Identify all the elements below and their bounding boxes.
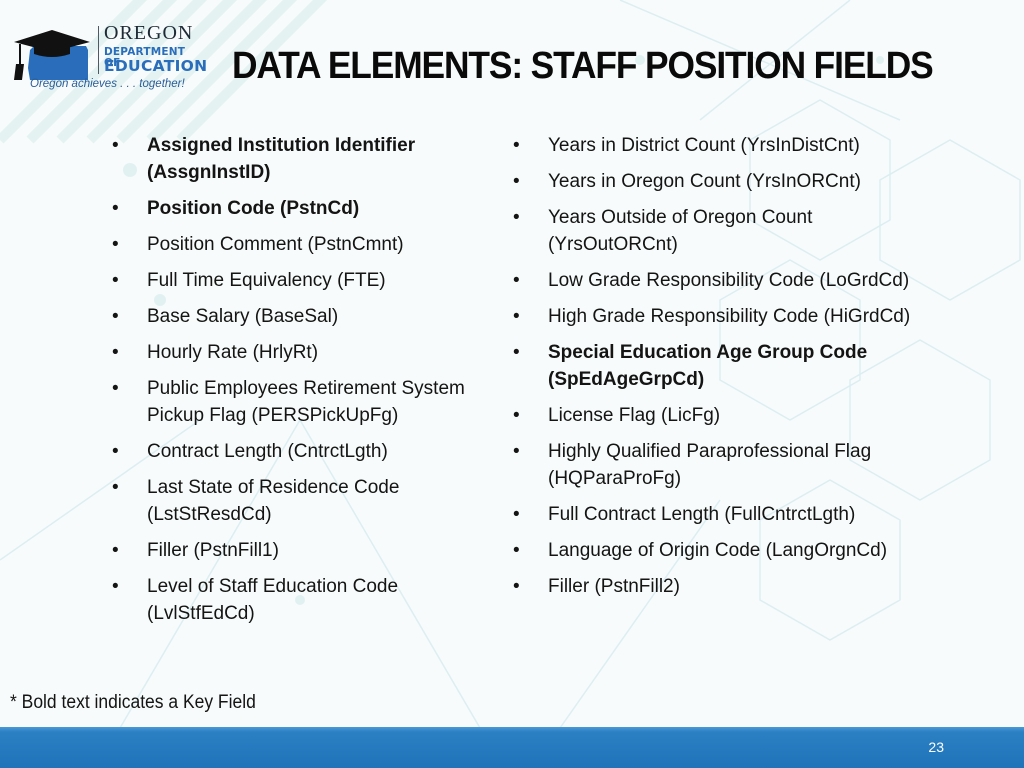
bullet-icon: •	[513, 405, 520, 426]
bullet-icon: •	[112, 234, 119, 255]
logo-org-line3: EDUCATION	[104, 57, 208, 75]
field-item: • Low Grade Responsibility Code (LoGrdCd)	[513, 267, 923, 294]
field-label: Special Education Age Group Code (SpEdAg…	[548, 342, 868, 390]
field-label: High Grade Responsibility Code (HiGrdCd)	[548, 306, 911, 327]
field-item: • Full Contract Length (FullCntrctLgth)	[513, 501, 923, 528]
field-label: Base Salary (BaseSal)	[147, 306, 339, 327]
bullet-icon: •	[112, 306, 119, 327]
bullet-icon: •	[513, 342, 520, 363]
field-item: • Filler (PstnFill2)	[513, 573, 923, 600]
field-label: Position Comment (PstnCmnt)	[147, 234, 404, 255]
field-list-left: • Assigned Institution Identifier (AssgnI…	[112, 132, 492, 636]
field-item: • Assigned Institution Identifier (AssgnI…	[112, 132, 492, 186]
bullet-icon: •	[513, 441, 520, 462]
bullet-icon: •	[112, 441, 119, 462]
field-list-right: • Years in District Count (YrsInDistCnt) …	[513, 132, 923, 609]
bullet-icon: •	[112, 540, 119, 561]
bullet-icon: •	[112, 270, 119, 291]
field-label: Filler (PstnFill1)	[147, 540, 279, 561]
page-number: 23	[928, 739, 944, 755]
field-item: • Full Time Equivalency (FTE)	[112, 267, 492, 294]
field-item: • Last State of Residence Code (LstStResd…	[112, 474, 492, 528]
field-label: Language of Origin Code (LangOrgnCd)	[548, 540, 888, 561]
field-label: Full Contract Length (FullCntrctLgth)	[548, 504, 856, 525]
bullet-icon: •	[112, 378, 119, 399]
field-label: Position Code (PstnCd)	[147, 198, 360, 219]
bullet-icon: •	[513, 171, 520, 192]
field-item: • Years in District Count (YrsInDistCnt)	[513, 132, 923, 159]
field-item: • Hourly Rate (HrlyRt)	[112, 339, 492, 366]
slide-title: DATA ELEMENTS: STAFF POSITION FIELDS	[232, 45, 934, 87]
field-label: Years in District Count (YrsInDistCnt)	[548, 135, 860, 156]
field-label: Filler (PstnFill2)	[548, 576, 680, 597]
bullet-icon: •	[112, 135, 119, 156]
field-item: • Filler (PstnFill1)	[112, 537, 492, 564]
field-item: • Special Education Age Group Code (SpEdA…	[513, 339, 923, 393]
field-label: Years in Oregon Count (YrsInORCnt)	[548, 171, 861, 192]
field-item: • Highly Qualified Paraprofessional Flag …	[513, 438, 923, 492]
bullet-icon: •	[112, 576, 119, 597]
field-item: • Language of Origin Code (LangOrgnCd)	[513, 537, 923, 564]
logo-tagline: Oregon achieves . . . together!	[30, 78, 185, 90]
field-item: • Years Outside of Oregon Count (YrsOutOR…	[513, 204, 923, 258]
field-item: • Level of Staff Education Code (LvlStfEd…	[112, 573, 492, 627]
slide: OREGON DEPARTMENT OF EDUCATION Oregon ac…	[0, 0, 1024, 768]
key-field-footnote: * Bold text indicates a Key Field	[10, 692, 256, 713]
footer-bar: 23	[0, 727, 1024, 768]
field-item: • Years in Oregon Count (YrsInORCnt)	[513, 168, 923, 195]
bullet-icon: •	[112, 477, 119, 498]
field-item: • License Flag (LicFg)	[513, 402, 923, 429]
field-item: • Position Comment (PstnCmnt)	[112, 231, 492, 258]
oregon-department-of-education-logo: OREGON DEPARTMENT OF EDUCATION Oregon ac…	[8, 20, 207, 95]
bullet-icon: •	[112, 198, 119, 219]
field-item: • High Grade Responsibility Code (HiGrdCd…	[513, 303, 923, 330]
field-label: Low Grade Responsibility Code (LoGrdCd)	[548, 270, 910, 291]
field-item: • Public Employees Retirement System Pick…	[112, 375, 492, 429]
field-label: Public Employees Retirement System Picku…	[147, 378, 465, 426]
bullet-icon: •	[513, 540, 520, 561]
logo-org-line1: OREGON	[104, 22, 194, 44]
field-item: • Contract Length (CntrctLgth)	[112, 438, 492, 465]
bullet-icon: •	[513, 270, 520, 291]
field-label: Highly Qualified Paraprofessional Flag (…	[548, 441, 872, 489]
field-label: Full Time Equivalency (FTE)	[147, 270, 386, 291]
field-label: License Flag (LicFg)	[548, 405, 721, 426]
field-label: Years Outside of Oregon Count (YrsOutORC…	[548, 207, 813, 255]
field-label: Hourly Rate (HrlyRt)	[147, 342, 319, 363]
bullet-icon: •	[513, 306, 520, 327]
field-label: Last State of Residence Code (LstStResdC…	[147, 477, 400, 525]
field-label: Contract Length (CntrctLgth)	[147, 441, 388, 462]
field-label: Level of Staff Education Code (LvlStfEdC…	[147, 576, 399, 624]
field-label: Assigned Institution Identifier (AssgnIn…	[147, 135, 416, 183]
field-item: • Base Salary (BaseSal)	[112, 303, 492, 330]
bullet-icon: •	[112, 342, 119, 363]
bullet-icon: •	[513, 207, 520, 228]
bullet-icon: •	[513, 576, 520, 597]
bullet-icon: •	[513, 135, 520, 156]
field-item: • Position Code (PstnCd)	[112, 195, 492, 222]
bullet-icon: •	[513, 504, 520, 525]
logo-divider	[98, 26, 99, 74]
